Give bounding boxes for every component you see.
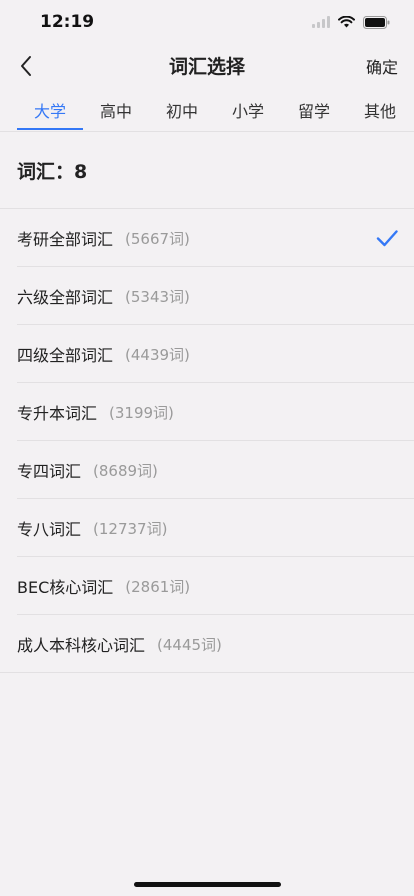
vocab-item-count: (3199词) <box>109 403 174 422</box>
vocab-count-header: 词汇：8 <box>0 133 414 209</box>
tab-middle-school[interactable]: 初中 <box>149 88 215 131</box>
vocab-item-bec[interactable]: BEC核心词汇 (2861词) <box>0 557 414 615</box>
vocab-item-name: 专四词汇 <box>17 462 82 481</box>
vocab-item-name: 成人本科核心词汇 <box>17 636 146 655</box>
confirm-button[interactable]: 确定 <box>366 54 398 78</box>
vocab-item-kaoyan[interactable]: 考研全部词汇 (5667词) <box>0 209 414 267</box>
vocab-item-name: 考研全部词汇 <box>17 230 114 249</box>
vocab-item-count: (4439词) <box>125 345 190 364</box>
tab-high-school[interactable]: 高中 <box>83 88 149 131</box>
vocab-item-count: (4445词) <box>157 635 222 654</box>
vocab-item-zhuanshengben[interactable]: 专升本词汇 (3199词) <box>0 383 414 441</box>
page-title: 词汇选择 <box>168 56 245 78</box>
vocab-item-count: (5343词) <box>125 287 190 306</box>
tab-other[interactable]: 其他 <box>347 88 413 131</box>
vocab-item-name: BEC核心词汇 <box>17 578 114 597</box>
nav-bar: 词汇选择 确定 <box>0 44 414 88</box>
vocab-item-adult-undergrad[interactable]: 成人本科核心词汇 (4445词) <box>0 615 414 673</box>
active-tab-indicator <box>17 128 83 130</box>
vocab-count-text: 词汇：8 <box>17 161 88 183</box>
status-time: 12:19 <box>40 12 95 32</box>
vocab-item-name: 专八词汇 <box>17 520 82 539</box>
status-icons <box>312 14 390 30</box>
vocab-item-tem8[interactable]: 专八词汇 (12737词) <box>0 499 414 557</box>
checkmark-icon <box>376 230 398 247</box>
wifi-icon <box>338 16 355 28</box>
vocab-item-cet6[interactable]: 六级全部词汇 (5343词) <box>0 267 414 325</box>
status-bar: 12:19 <box>0 0 414 44</box>
vocab-item-count: (8689词) <box>93 461 158 480</box>
vocab-list: 考研全部词汇 (5667词) 六级全部词汇 (5343词) 四级全部词汇 (44… <box>0 209 414 673</box>
vocab-item-count: (2861词) <box>125 577 191 596</box>
cellular-icon <box>312 16 330 28</box>
vocab-item-count: (12737词) <box>93 519 168 538</box>
category-tabs: 大学 高中 初中 小学 留学 其他 <box>0 88 414 132</box>
vocab-item-cet4[interactable]: 四级全部词汇 (4439词) <box>0 325 414 383</box>
tab-study-abroad[interactable]: 留学 <box>281 88 347 131</box>
battery-icon <box>363 15 390 29</box>
vocab-item-name: 六级全部词汇 <box>17 288 114 307</box>
home-indicator[interactable] <box>134 882 281 887</box>
tab-university[interactable]: 大学 <box>17 88 83 131</box>
tab-primary-school[interactable]: 小学 <box>215 88 281 131</box>
vocab-item-name: 专升本词汇 <box>17 404 98 423</box>
vocab-item-name: 四级全部词汇 <box>17 346 114 365</box>
vocab-item-count: (5667词) <box>125 229 190 248</box>
vocab-item-tem4[interactable]: 专四词汇 (8689词) <box>0 441 414 499</box>
